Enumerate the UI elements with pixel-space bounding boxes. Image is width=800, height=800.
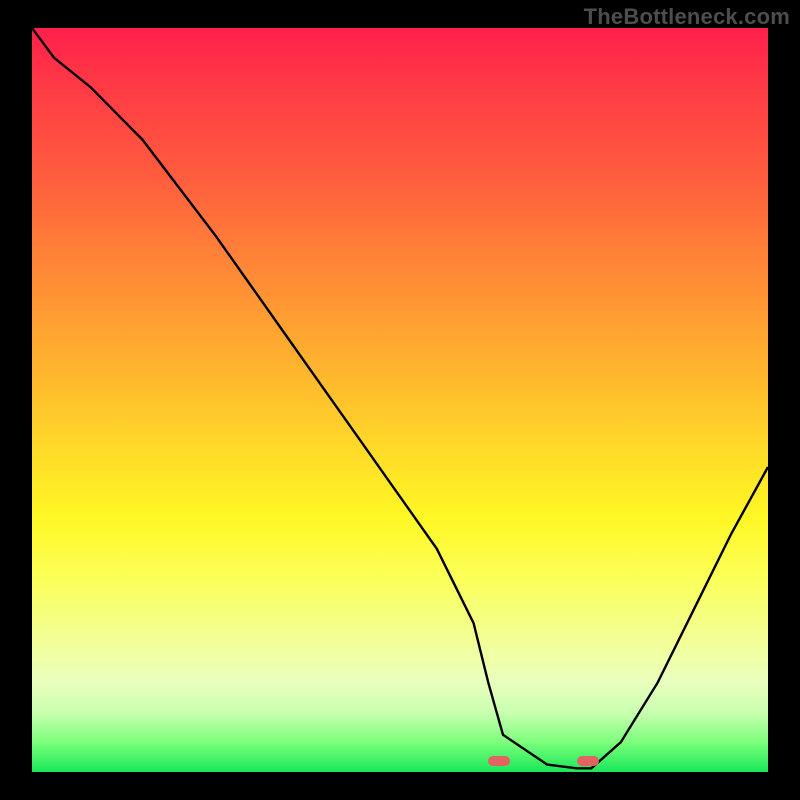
- curve-path: [32, 28, 768, 768]
- chart-frame: TheBottleneck.com: [0, 0, 800, 800]
- optimal-range-marker-right: [577, 756, 599, 766]
- watermark-text: TheBottleneck.com: [584, 4, 790, 30]
- optimal-range-marker-left: [488, 756, 510, 766]
- bottleneck-curve: [32, 28, 768, 772]
